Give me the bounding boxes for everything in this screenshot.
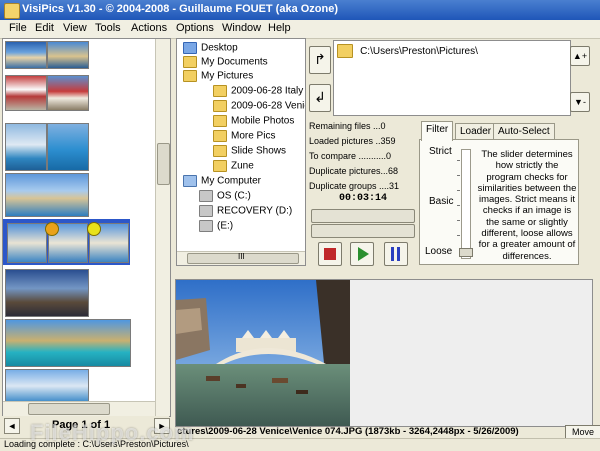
loose-label: Loose bbox=[425, 246, 453, 257]
menu-bar: File Edit View Tools Actions Options Win… bbox=[0, 20, 600, 39]
progress-bar bbox=[311, 209, 415, 223]
menu-window[interactable]: Window bbox=[222, 22, 261, 34]
pause-icon bbox=[391, 247, 394, 261]
tree-horizontal-scrollbar[interactable]: III bbox=[177, 251, 305, 265]
play-button[interactable] bbox=[350, 242, 374, 266]
thumbnail[interactable] bbox=[5, 41, 47, 69]
tree-item-slide-shows[interactable]: Slide Shows bbox=[213, 145, 286, 157]
folder-icon bbox=[213, 85, 227, 97]
folder-list-item[interactable]: C:\Users\Preston\Pictures\ bbox=[337, 44, 478, 58]
elapsed-timer: 00:03:14 bbox=[339, 193, 388, 204]
duplicate-marker-icon bbox=[45, 222, 59, 236]
slider-description: The slider determines how strictly the p… bbox=[477, 149, 577, 262]
menu-view[interactable]: View bbox=[63, 22, 87, 34]
thumbnail[interactable] bbox=[5, 123, 47, 171]
folder-icon bbox=[213, 145, 227, 157]
thumbnail[interactable] bbox=[47, 41, 89, 69]
thumbnail[interactable] bbox=[5, 173, 89, 217]
tab-loader[interactable]: Loader bbox=[455, 123, 497, 140]
film-folder-icon bbox=[337, 44, 353, 58]
move-button[interactable]: Move bbox=[565, 425, 600, 439]
strict-label: Strict bbox=[429, 146, 452, 157]
tree-item-mobile-photos[interactable]: Mobile Photos bbox=[213, 115, 294, 127]
computer-icon bbox=[183, 175, 197, 187]
menu-file[interactable]: File bbox=[9, 22, 27, 34]
tab-auto-select[interactable]: Auto-Select bbox=[493, 123, 555, 140]
tree-item-my-computer[interactable]: My Computer bbox=[183, 175, 261, 187]
thumbnail[interactable] bbox=[47, 123, 89, 171]
menu-options[interactable]: Options bbox=[176, 22, 214, 34]
tree-item-my-pictures[interactable]: My Pictures bbox=[183, 70, 253, 82]
folder-list[interactable]: C:\Users\Preston\Pictures\ bbox=[333, 40, 571, 116]
scrollbar-thumb[interactable] bbox=[157, 143, 170, 185]
tree-item-recovery-d[interactable]: RECOVERY (D:) bbox=[199, 205, 292, 217]
image-preview bbox=[175, 279, 593, 427]
tree-item-more-pics[interactable]: More Pics bbox=[213, 130, 275, 142]
stat-duplicate-groups: Duplicate groups ....31 bbox=[309, 181, 400, 191]
folder-icon bbox=[213, 115, 227, 127]
venice-photo-illustration bbox=[176, 280, 350, 426]
preview-photo bbox=[176, 280, 350, 426]
tree-item-venice[interactable]: 2009-06-28 Venice bbox=[213, 100, 305, 112]
tree-item-my-documents[interactable]: My Documents bbox=[183, 56, 268, 68]
drive-icon bbox=[199, 190, 213, 202]
similarity-slider-handle[interactable] bbox=[459, 248, 473, 257]
tree-item-zune[interactable]: Zune bbox=[213, 160, 254, 172]
stop-icon bbox=[324, 248, 336, 260]
folder-tree[interactable]: Desktop My Documents My Pictures 2009-06… bbox=[176, 38, 306, 266]
thumbnail-horizontal-scrollbar[interactable] bbox=[3, 401, 155, 416]
drive-icon bbox=[199, 205, 213, 217]
tree-item-italy[interactable]: 2009-06-28 Italy bbox=[213, 85, 303, 97]
similarity-slider-track[interactable] bbox=[461, 149, 471, 259]
window-title: VisiPics V1.30 - © 2004-2008 - Guillaume… bbox=[22, 3, 339, 15]
stop-button[interactable] bbox=[318, 242, 342, 266]
stat-remaining-files: Remaining files ...0 bbox=[309, 121, 386, 131]
play-icon bbox=[358, 247, 369, 261]
thumbnail[interactable] bbox=[5, 319, 131, 367]
stat-to-compare: To compare ...........0 bbox=[309, 151, 392, 161]
filter-panel: Strict Basic Loose The slider determines… bbox=[419, 139, 579, 265]
folder-icon bbox=[213, 160, 227, 172]
watermark-logo: FileHippo.com bbox=[30, 420, 195, 445]
app-icon bbox=[4, 3, 20, 19]
menu-help[interactable]: Help bbox=[268, 22, 291, 34]
tree-item-os-c[interactable]: OS (C:) bbox=[199, 190, 251, 202]
pause-button[interactable] bbox=[384, 242, 408, 266]
desktop-icon bbox=[183, 42, 197, 54]
cd-drive-icon bbox=[199, 220, 213, 232]
basic-label: Basic bbox=[429, 196, 454, 207]
thumbnail[interactable] bbox=[47, 75, 89, 111]
progress-bar-secondary bbox=[311, 224, 415, 238]
tab-filter[interactable]: Filter bbox=[421, 121, 454, 141]
thumbnail-panel[interactable] bbox=[2, 38, 171, 417]
remove-folder-arrow-icon[interactable]: ↲ bbox=[309, 84, 331, 112]
scrollbar-thumb[interactable] bbox=[28, 403, 110, 415]
previous-page-icon[interactable]: ◄ bbox=[4, 418, 20, 434]
menu-actions[interactable]: Actions bbox=[131, 22, 167, 34]
duplicate-marker-icon bbox=[87, 222, 101, 236]
thumbnail-vertical-scrollbar[interactable] bbox=[155, 39, 170, 416]
tree-item-e[interactable]: (E:) bbox=[199, 220, 233, 232]
menu-edit[interactable]: Edit bbox=[35, 22, 54, 34]
thumbnail[interactable] bbox=[5, 75, 47, 111]
folder-icon bbox=[183, 70, 197, 82]
add-folder-arrow-icon[interactable]: ↱ bbox=[309, 46, 331, 74]
folder-icon bbox=[183, 56, 197, 68]
move-down-button[interactable]: ▼- bbox=[570, 92, 590, 112]
folder-icon bbox=[213, 100, 227, 112]
menu-tools[interactable]: Tools bbox=[95, 22, 121, 34]
tree-item-desktop[interactable]: Desktop bbox=[183, 42, 238, 54]
stat-duplicate-pictures: Duplicate pictures...68 bbox=[309, 166, 399, 176]
thumbnail[interactable] bbox=[7, 223, 47, 263]
scrollbar-thumb[interactable]: III bbox=[187, 252, 299, 264]
thumbnail[interactable] bbox=[5, 269, 89, 317]
thumbnail[interactable] bbox=[5, 369, 89, 403]
stat-loaded-pictures: Loaded pictures ..359 bbox=[309, 136, 396, 146]
title-bar: VisiPics V1.30 - © 2004-2008 - Guillaume… bbox=[0, 0, 600, 20]
preview-file-path: ctures\2009-06-28 Venice\Venice 074.JPG … bbox=[177, 426, 519, 437]
folder-icon bbox=[213, 130, 227, 142]
preview-info-bar: ctures\2009-06-28 Venice\Venice 074.JPG … bbox=[175, 425, 600, 439]
move-up-button[interactable]: ▲+ bbox=[570, 46, 590, 66]
